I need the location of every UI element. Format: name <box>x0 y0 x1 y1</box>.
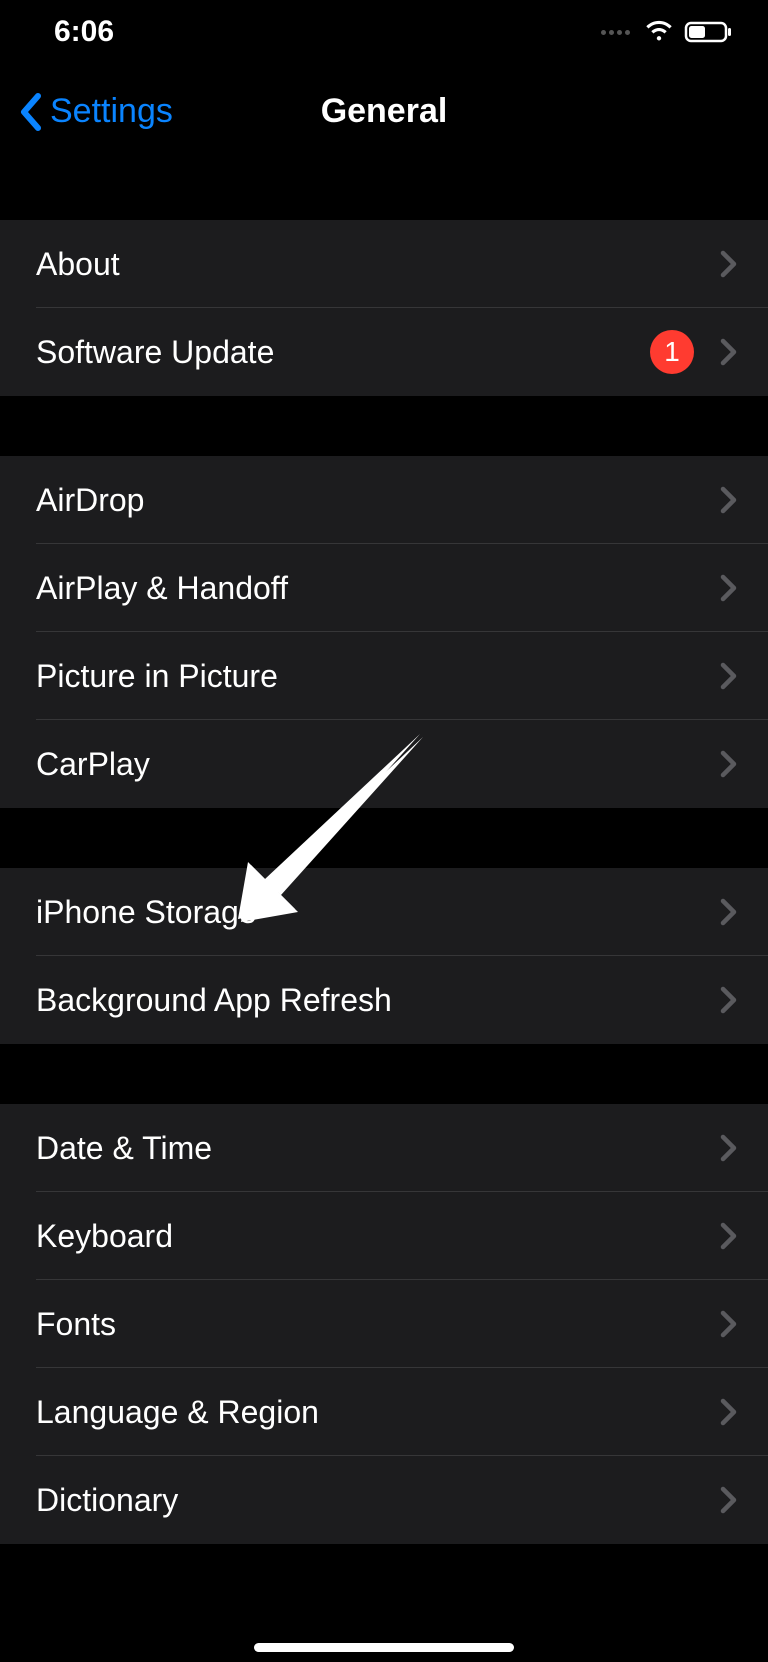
row-label: Dictionary <box>36 1482 720 1519</box>
chevron-right-icon <box>720 750 738 778</box>
row-label: CarPlay <box>36 746 720 783</box>
row-label: About <box>36 246 720 283</box>
status-bar: 6:06 <box>0 0 768 64</box>
chevron-right-icon <box>720 1486 738 1514</box>
back-button[interactable]: Settings <box>0 92 173 131</box>
group-spacer <box>0 808 768 868</box>
settings-row-software-update[interactable]: Software Update1 <box>0 308 768 396</box>
chevron-right-icon <box>720 1134 738 1162</box>
list-group: Date & Time Keyboard Fonts Language & Regio… <box>0 1104 768 1544</box>
chevron-right-icon <box>720 1398 738 1426</box>
navigation-bar: Settings General <box>0 64 768 160</box>
row-label: AirDrop <box>36 482 720 519</box>
chevron-right-icon <box>720 898 738 926</box>
settings-row-date-time[interactable]: Date & Time <box>0 1104 768 1192</box>
chevron-right-icon <box>720 574 738 602</box>
battery-icon <box>684 20 732 44</box>
list-group: About Software Update1 <box>0 220 768 396</box>
settings-row-dictionary[interactable]: Dictionary <box>0 1456 768 1544</box>
list-group: iPhone Storage Background App Refresh <box>0 868 768 1044</box>
row-label: Keyboard <box>36 1218 720 1255</box>
row-label: iPhone Storage <box>36 894 720 931</box>
chevron-right-icon <box>720 986 738 1014</box>
settings-row-airdrop[interactable]: AirDrop <box>0 456 768 544</box>
settings-row-picture-in-picture[interactable]: Picture in Picture <box>0 632 768 720</box>
chevron-right-icon <box>720 662 738 690</box>
row-label: AirPlay & Handoff <box>36 570 720 607</box>
chevron-right-icon <box>720 338 738 366</box>
settings-row-language-region[interactable]: Language & Region <box>0 1368 768 1456</box>
group-spacer <box>0 1044 768 1104</box>
settings-row-about[interactable]: About <box>0 220 768 308</box>
chevron-right-icon <box>720 250 738 278</box>
group-spacer <box>0 160 768 220</box>
settings-row-airplay-handoff[interactable]: AirPlay & Handoff <box>0 544 768 632</box>
notification-badge: 1 <box>650 330 694 374</box>
chevron-right-icon <box>720 1310 738 1338</box>
status-indicators <box>601 20 732 44</box>
row-label: Fonts <box>36 1306 720 1343</box>
row-label: Software Update <box>36 334 650 371</box>
chevron-right-icon <box>720 486 738 514</box>
wifi-icon <box>644 20 674 44</box>
settings-row-keyboard[interactable]: Keyboard <box>0 1192 768 1280</box>
row-label: Picture in Picture <box>36 658 720 695</box>
group-spacer <box>0 396 768 456</box>
chevron-right-icon <box>720 1222 738 1250</box>
row-label: Background App Refresh <box>36 982 720 1019</box>
cellular-dots-icon <box>601 30 630 35</box>
home-indicator[interactable] <box>254 1643 514 1652</box>
settings-row-background-app-refresh[interactable]: Background App Refresh <box>0 956 768 1044</box>
status-time: 6:06 <box>54 15 114 49</box>
list-group: AirDrop AirPlay & Handoff Picture in Pictu… <box>0 456 768 808</box>
page-title: General <box>321 92 448 131</box>
settings-row-iphone-storage[interactable]: iPhone Storage <box>0 868 768 956</box>
settings-row-fonts[interactable]: Fonts <box>0 1280 768 1368</box>
row-label: Date & Time <box>36 1130 720 1167</box>
settings-row-carplay[interactable]: CarPlay <box>0 720 768 808</box>
back-label: Settings <box>50 92 173 131</box>
chevron-left-icon <box>18 93 44 131</box>
row-label: Language & Region <box>36 1394 720 1431</box>
